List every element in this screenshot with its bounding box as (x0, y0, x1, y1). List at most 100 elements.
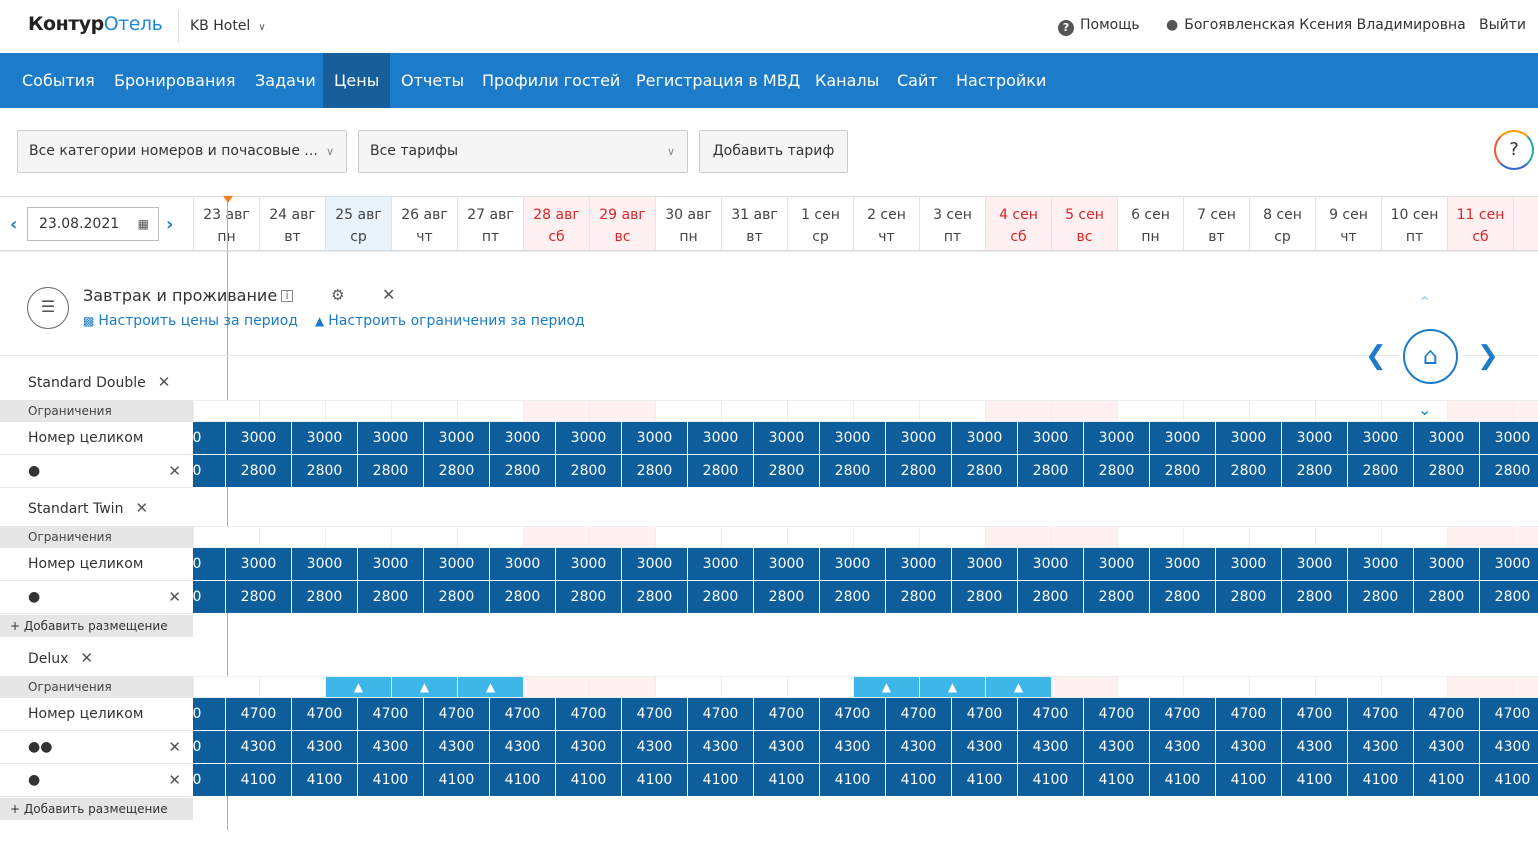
price-cell[interactable]: 2800 (357, 455, 423, 487)
nav-item-2[interactable]: Задачи (244, 53, 327, 108)
price-cell[interactable]: 3000 (1281, 548, 1347, 580)
price-cell[interactable]: 2800 (621, 581, 687, 613)
price-cell[interactable]: 4700 (621, 698, 687, 730)
date-column[interactable]: 4 сен сб (985, 197, 1051, 250)
restriction-cell[interactable] (985, 527, 1051, 547)
price-cell[interactable]: 4300 (225, 731, 291, 763)
restriction-cell[interactable] (193, 677, 259, 697)
date-column[interactable]: 12 (1513, 197, 1538, 250)
date-column[interactable]: 27 авг пт (457, 197, 523, 250)
prev-period-icon[interactable]: ‹ (10, 214, 17, 235)
date-column[interactable]: 6 сен пн (1117, 197, 1183, 250)
restriction-cell[interactable] (1513, 527, 1538, 547)
date-column[interactable]: 30 авг пн (655, 197, 721, 250)
restriction-cell[interactable] (457, 401, 523, 421)
date-column[interactable]: 26 авг чт (391, 197, 457, 250)
date-column[interactable]: 24 авг вт (259, 197, 325, 250)
price-cell[interactable]: 2800 (1215, 455, 1281, 487)
restriction-cell[interactable] (787, 401, 853, 421)
date-column[interactable]: 3 сен пт (919, 197, 985, 250)
price-cell[interactable]: 3000 (753, 422, 819, 454)
remove-room-icon[interactable]: ✕ (80, 649, 93, 667)
scroll-right-icon[interactable]: ❯ (1477, 341, 1499, 371)
restriction-cell[interactable] (1249, 401, 1315, 421)
price-cell[interactable]: 4100 (687, 764, 753, 796)
add-tariff-button[interactable]: Добавить тариф (699, 130, 848, 173)
price-cell[interactable]: 2800 (1347, 581, 1413, 613)
price-cell[interactable]: 4700 (291, 698, 357, 730)
date-column[interactable]: 28 авг сб (523, 197, 589, 250)
restriction-cell[interactable] (721, 401, 787, 421)
restriction-cell[interactable] (1381, 677, 1447, 697)
price-cell[interactable]: 4100 (885, 764, 951, 796)
price-cell[interactable]: 4700 (1413, 698, 1479, 730)
price-cell[interactable]: 4300 (1281, 731, 1347, 763)
restriction-cell[interactable] (1381, 401, 1447, 421)
price-cell[interactable]: 4100 (357, 764, 423, 796)
logo[interactable]: КонтурОтель (28, 13, 163, 35)
tariff-select[interactable]: Все тарифы ∨ (358, 130, 688, 173)
price-cell[interactable]: 4300 (423, 731, 489, 763)
price-cell[interactable]: 2800 (1347, 455, 1413, 487)
set-prices-link[interactable]: ▩ Настроить цены за период (83, 313, 298, 329)
nav-item-1[interactable]: Бронирования (103, 53, 246, 108)
add-placement-button[interactable]: + Добавить размещение (0, 615, 193, 637)
price-cell[interactable]: 4300 (687, 731, 753, 763)
restriction-cell[interactable] (1381, 527, 1447, 547)
restriction-cell[interactable] (721, 527, 787, 547)
price-cell[interactable]: 4700 (951, 698, 1017, 730)
price-cell[interactable]: 3000 (1017, 548, 1083, 580)
price-cell[interactable]: 3000 (357, 422, 423, 454)
home-icon[interactable]: ⌂ (1403, 329, 1458, 384)
price-cell[interactable]: 4100 (1281, 764, 1347, 796)
restriction-cell[interactable] (655, 527, 721, 547)
price-cell[interactable]: 4300 (357, 731, 423, 763)
price-cell[interactable]: 2800 (621, 455, 687, 487)
price-cell[interactable]: 00 (193, 731, 225, 763)
scroll-left-icon[interactable]: ❮ (1365, 341, 1387, 371)
price-cell[interactable]: 00 (193, 548, 225, 580)
price-cell[interactable]: 3000 (1479, 548, 1538, 580)
restriction-cell[interactable] (1183, 527, 1249, 547)
price-cell[interactable]: 00 (193, 455, 225, 487)
restriction-cell[interactable] (1051, 677, 1117, 697)
price-cell[interactable]: 3000 (819, 422, 885, 454)
restriction-cell[interactable] (787, 527, 853, 547)
price-cell[interactable]: 4100 (225, 764, 291, 796)
remove-placement-icon[interactable]: ✕ (168, 455, 181, 488)
price-cell[interactable]: 2800 (951, 581, 1017, 613)
help-circle-button[interactable]: ? (1494, 130, 1534, 170)
price-cell[interactable]: 3000 (621, 548, 687, 580)
restriction-cell[interactable] (919, 401, 985, 421)
price-cell[interactable]: 4300 (753, 731, 819, 763)
restriction-cell[interactable] (259, 677, 325, 697)
price-cell[interactable]: 3000 (225, 422, 291, 454)
price-cell[interactable]: 3000 (1479, 422, 1538, 454)
price-cell[interactable]: 3000 (1215, 548, 1281, 580)
restriction-cell[interactable] (655, 401, 721, 421)
price-cell[interactable]: 3000 (489, 422, 555, 454)
price-cell[interactable]: 3000 (885, 422, 951, 454)
date-column[interactable]: 2 сен чт (853, 197, 919, 250)
price-cell[interactable]: 2800 (1281, 581, 1347, 613)
restriction-cell[interactable] (1315, 401, 1381, 421)
price-cell[interactable]: 2800 (885, 455, 951, 487)
date-column[interactable]: 31 авг вт (721, 197, 787, 250)
price-cell[interactable]: 3000 (1017, 422, 1083, 454)
price-cell[interactable]: 2800 (1281, 455, 1347, 487)
price-cell[interactable]: 4100 (1083, 764, 1149, 796)
price-cell[interactable]: 3000 (357, 548, 423, 580)
price-cell[interactable]: 2800 (1479, 581, 1538, 613)
price-cell[interactable]: 4300 (951, 731, 1017, 763)
date-column[interactable]: 1 сен ср (787, 197, 853, 250)
price-cell[interactable]: 4300 (1017, 731, 1083, 763)
price-cell[interactable]: 2800 (225, 581, 291, 613)
restriction-cell[interactable] (391, 401, 457, 421)
price-cell[interactable]: 4100 (951, 764, 1017, 796)
restriction-cell[interactable] (259, 401, 325, 421)
price-cell[interactable]: 2800 (819, 455, 885, 487)
price-cell[interactable]: 4100 (423, 764, 489, 796)
price-cell[interactable]: 2800 (753, 455, 819, 487)
restriction-cell[interactable] (853, 527, 919, 547)
price-cell[interactable]: 3000 (1413, 422, 1479, 454)
